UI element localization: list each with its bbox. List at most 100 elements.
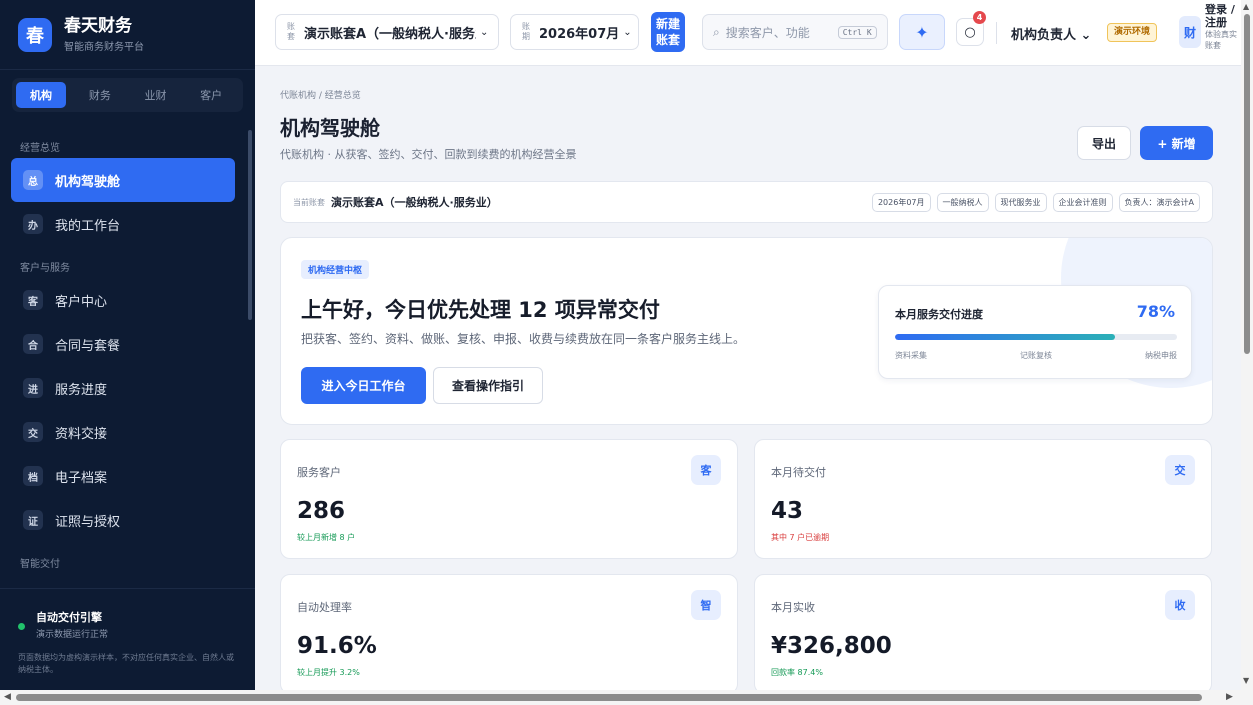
chevron-down-icon: ⌄ <box>480 26 489 38</box>
brand-subtitle: 智能商务财务平台 <box>64 42 144 53</box>
stat-card-customers[interactable]: 服务客户 客 286 较上月新增 8 户 <box>280 439 738 559</box>
nav-group-label: 客户与服务 <box>20 263 70 274</box>
page-horizontal-scrollbar[interactable]: ◀ ▶ <box>0 690 1241 705</box>
chevron-down-icon: ⌄ <box>1080 28 1092 43</box>
sidebar-tab-business-finance[interactable]: 业财 <box>128 82 184 108</box>
sidebar-item-archive[interactable]: 档 电子档案 <box>11 454 235 498</box>
stat-label: 自动处理率 <box>297 601 352 614</box>
login-subtitle: 体验真实账套 <box>1205 30 1237 50</box>
env-badge: 演示环境 <box>1107 23 1158 42</box>
sidebar-item-handover[interactable]: 交 资料交接 <box>11 410 235 454</box>
sidebar-tab-finance[interactable]: 财务 <box>72 82 128 108</box>
stat-card-automation[interactable]: 自动处理率 智 91.6% 较上月提升 3.2% <box>280 574 738 690</box>
account-tag: 现代服务业 <box>994 192 1047 212</box>
account-selector-label: 账套 <box>287 22 295 41</box>
sidebar-item-contracts[interactable]: 合 合同与套餐 <box>11 322 235 366</box>
enter-workbench-button[interactable]: 进入今日工作台 <box>301 367 426 404</box>
workbench-icon: 办 <box>23 214 43 234</box>
scroll-right-icon[interactable]: ▶ <box>1226 692 1233 702</box>
sidebar-item-label: 服务进度 <box>55 382 108 398</box>
page-vertical-scrollbar[interactable]: ▲ ▼ <box>1241 0 1253 690</box>
delivery-stat-icon: 交 <box>1165 455 1195 485</box>
scroll-left-icon[interactable]: ◀ <box>4 692 11 702</box>
sidebar-item-label: 证照与授权 <box>55 514 121 530</box>
scroll-up-icon[interactable]: ▲ <box>1243 2 1249 11</box>
add-button[interactable]: + 新增 <box>1140 126 1213 160</box>
brand-name: 春天财务 <box>64 16 132 36</box>
account-tag: 2026年07月 <box>871 192 931 212</box>
view-guide-button[interactable]: 查看操作指引 <box>433 367 543 404</box>
search-input[interactable]: ⌕ 搜索客户、功能 Ctrl K <box>702 14 888 50</box>
progress-step: 纳税申报 <box>1145 351 1177 360</box>
sidebar-item-workbench[interactable]: 办 我的工作台 <box>11 202 235 246</box>
account-selector-value: 演示账套A（一般纳税人·服务业） <box>304 26 476 42</box>
divider <box>996 22 997 44</box>
engine-disclaimer: 页面数据均为虚构演示样本，不对应任何真实企业、自然人或纳税主体。 <box>18 653 234 674</box>
dashboard-icon: 总 <box>23 170 43 190</box>
sidebar-tabs: 机构 财务 业财 客户 <box>12 78 243 112</box>
customer-stat-icon: 客 <box>691 455 721 485</box>
scroll-down-icon[interactable]: ▼ <box>1243 676 1249 685</box>
ai-assistant-button[interactable]: ✦ <box>899 14 945 50</box>
breadcrumb: 代账机构 / 经营总览 <box>280 91 361 101</box>
account-tags: 2026年07月 一般纳税人 现代服务业 企业会计准则 负责人：演示会计A <box>866 192 1200 212</box>
sidebar-item-licenses[interactable]: 证 证照与授权 <box>11 498 235 542</box>
account-tag: 企业会计准则 <box>1052 192 1113 212</box>
sidebar-tab-org[interactable]: 机构 <box>16 82 66 108</box>
sidebar-item-dashboard[interactable]: 总 机构驾驶舱 <box>11 158 235 202</box>
vertical-scroll-thumb[interactable] <box>1244 14 1250 354</box>
sidebar-scroll-thumb[interactable] <box>248 130 252 320</box>
login-link[interactable]: 登录 / 注册 体验真实账套 <box>1205 3 1239 51</box>
page-title: 机构驾驶舱 <box>280 116 380 140</box>
stat-card-revenue[interactable]: 本月实收 收 ¥326,800 回款率 87.4% <box>754 574 1212 690</box>
archive-icon: 档 <box>23 466 43 486</box>
nav-group-label: 经营总览 <box>20 143 60 154</box>
customer-icon: 客 <box>23 290 43 310</box>
progress-fill <box>895 334 1115 340</box>
progress-icon: 进 <box>23 378 43 398</box>
automation-stat-icon: 智 <box>691 590 721 620</box>
stat-note: 其中 7 户已逾期 <box>771 533 830 542</box>
brand[interactable]: 春 春天财务 智能商务财务平台 <box>0 0 255 70</box>
stat-label: 本月待交付 <box>771 466 826 479</box>
stat-card-pending[interactable]: 本月待交付 交 43 其中 7 户已逾期 <box>754 439 1212 559</box>
top-bar: 账套 演示账套A（一般纳税人·服务业） ⌄ 账期 2026年07月 ⌄ 新建账套… <box>255 0 1241 66</box>
export-button[interactable]: 导出 <box>1077 126 1131 160</box>
scrollbar-corner <box>1241 690 1253 705</box>
notification-badge: 4 <box>973 11 986 24</box>
engine-status: 自动交付引擎 演示数据运行正常 页面数据均为虚构演示样本，不对应任何真实企业、自… <box>0 588 255 690</box>
notification-button[interactable]: ○ 4 <box>956 11 986 46</box>
sidebar-item-customers[interactable]: 客 客户中心 <box>11 278 235 322</box>
sidebar-scrollbar[interactable] <box>247 122 253 584</box>
sidebar-item-label: 合同与套餐 <box>55 338 121 354</box>
period-selector[interactable]: 账期 2026年07月 ⌄ <box>510 14 639 50</box>
progress-percent: 78% <box>1136 302 1175 321</box>
progress-step: 记账复核 <box>1020 351 1052 360</box>
sidebar-item-label: 资料交接 <box>55 426 108 442</box>
handover-icon: 交 <box>23 422 43 442</box>
stat-value: 286 <box>297 498 346 524</box>
period-selector-label: 账期 <box>522 22 530 41</box>
period-selector-value: 2026年07月 <box>539 26 620 42</box>
horizontal-scroll-thumb[interactable] <box>16 694 1202 701</box>
hero-card: 机构经营中枢 上午好，今日优先处理 12 项异常交付 把获客、签约、资料、做账、… <box>280 237 1213 425</box>
stat-value: ¥326,800 <box>771 633 892 659</box>
sidebar-item-progress[interactable]: 进 服务进度 <box>11 366 235 410</box>
role-selector[interactable]: 机构负责人 ⌄ <box>1011 24 1091 43</box>
avatar[interactable]: 财 <box>1179 16 1201 48</box>
stat-note: 较上月新增 8 户 <box>297 533 356 542</box>
new-account-button[interactable]: 新建账套 <box>651 12 685 52</box>
role-label: 机构负责人 <box>1011 28 1077 43</box>
delivery-progress-card: 本月服务交付进度 78% 资料采集 记账复核 纳税申报 <box>878 285 1192 379</box>
progress-steps: 资料采集 记账复核 纳税申报 <box>895 350 1177 361</box>
contract-icon: 合 <box>23 334 43 354</box>
brand-logo: 春 <box>18 17 52 52</box>
progress-step: 资料采集 <box>895 351 927 360</box>
sidebar-tab-customer[interactable]: 客户 <box>183 82 239 108</box>
account-selector[interactable]: 账套 演示账套A（一般纳税人·服务业） ⌄ <box>275 14 499 50</box>
stat-value: 91.6% <box>297 633 377 659</box>
stat-note: 回款率 87.4% <box>771 668 823 677</box>
license-icon: 证 <box>23 510 43 530</box>
sidebar-nav: 经营总览 总 机构驾驶舱 办 我的工作台 客户与服务 客 客户中心 合 合同与套… <box>0 122 247 584</box>
sidebar-item-label: 电子档案 <box>55 470 108 486</box>
